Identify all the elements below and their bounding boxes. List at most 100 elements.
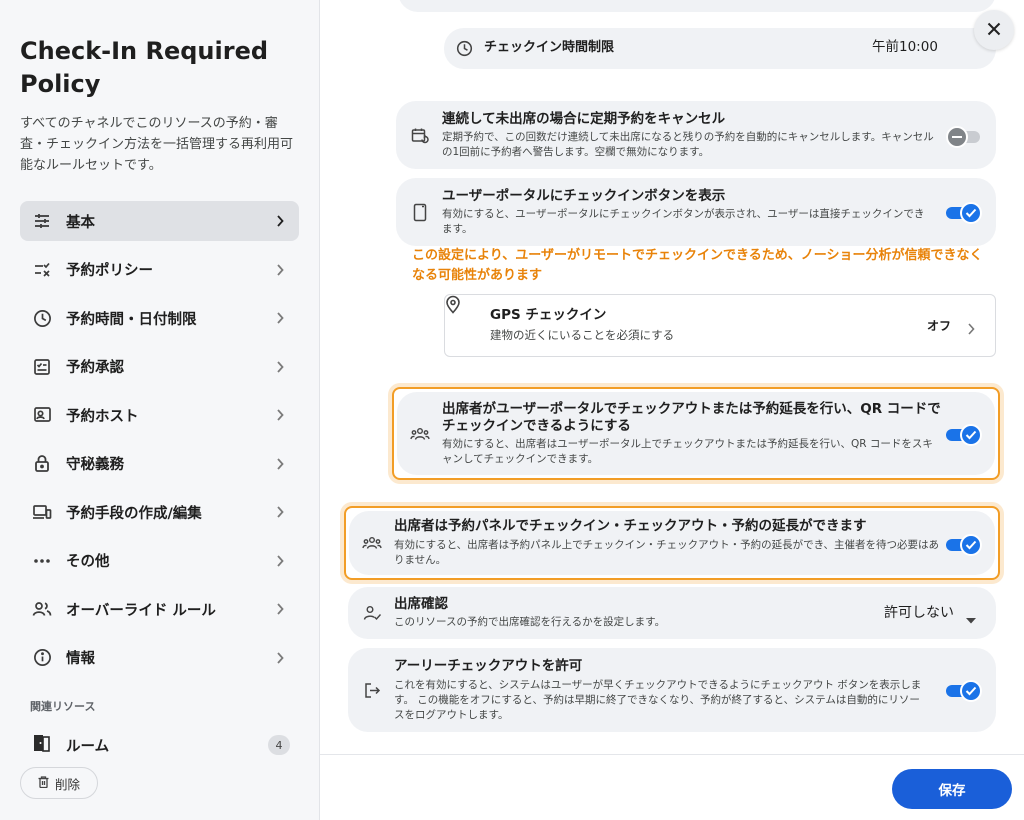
- portal-checkin-card: ユーザーポータルにチェックインボタンを表示 有効にすると、ユーザーポータルにチェ…: [396, 178, 996, 246]
- caret-down-icon: [966, 609, 976, 628]
- sidebar-item-label: 予約手段の作成/編集: [66, 505, 202, 522]
- trash-icon: [38, 775, 49, 791]
- cancel-recurring-toggle[interactable]: [946, 125, 982, 149]
- sidebar-item-label: オーバーライド ルール: [66, 602, 216, 619]
- chevron-right-icon: [273, 311, 287, 325]
- sidebar-item-approval[interactable]: 予約承認: [20, 347, 299, 387]
- attendee-portal-desc: 有効にすると、出席者はユーザーポータル上でチェックアウトまたは予約延長を行い、Q…: [442, 438, 933, 465]
- group-icon: [410, 424, 430, 444]
- person-check-icon: [362, 603, 382, 623]
- chevron-right-icon: [273, 457, 287, 471]
- info-icon: [32, 648, 52, 668]
- attendance-confirm-title: 出席確認: [394, 596, 448, 612]
- sidebar-item-label: 予約ポリシー: [66, 263, 153, 279]
- lock-icon: [32, 454, 52, 474]
- sliders-icon: [32, 211, 52, 231]
- remote-checkin-warning: この設定により、ユーザーがリモートでチェックインできるため、ノーショー分析が信頼…: [412, 248, 983, 283]
- cancel-recurring-card: 連続して未出席の場合に定期予約をキャンセル 定期予約で、この回数だけ連続して未出…: [396, 101, 996, 169]
- portal-checkin-title: ユーザーポータルにチェックインボタンを表示: [442, 188, 726, 204]
- early-checkout-card: アーリーチェックアウトを許可 これを有効にすると、システムはユーザーが早くチェッ…: [348, 648, 996, 732]
- chevron-right-icon: [273, 214, 287, 228]
- calendar-repeat-icon: [410, 126, 430, 146]
- early-checkout-toggle[interactable]: [946, 679, 982, 703]
- sidebar-item-basic[interactable]: 基本: [20, 201, 299, 241]
- attendee-portal-toggle[interactable]: [946, 423, 982, 447]
- delete-label: 削除: [54, 776, 80, 792]
- previous-setting-card: [398, 0, 996, 12]
- clock-icon: [32, 308, 52, 328]
- sidebar-item-time-date-limits[interactable]: 予約時間・日付制限: [20, 298, 299, 338]
- checklist-icon: [32, 260, 52, 280]
- chevron-right-icon: [273, 602, 287, 616]
- sidebar-nav: 基本 予約ポリシー 予約時間・日付制限 予約承認 予約ホスト 守秘義務 予約手段…: [20, 201, 299, 686]
- settings-panel: チェックイン時間制限 午前10:00 連続して未出席の場合に定期予約をキャンセル…: [320, 0, 1024, 820]
- host-icon: [32, 405, 52, 425]
- attendee-panel-card: 出席者は予約パネルでチェックイン・チェックアウト・予約の延長ができます 有効にす…: [349, 511, 995, 575]
- gps-checkin-desc: 建物の近くにいることを必須にする: [490, 328, 675, 342]
- chevron-right-icon: [273, 360, 287, 374]
- location-pin-icon: [445, 295, 461, 318]
- checkin-time-limit-label: チェックイン時間制限: [484, 40, 615, 55]
- early-checkout-desc: これを有効にすると、システムはユーザーが早くチェックアウトできるようにチェックア…: [394, 679, 922, 721]
- sidebar-item-override-rules[interactable]: オーバーライド ルール: [20, 589, 299, 629]
- gps-checkin-value: オフ: [927, 319, 952, 333]
- sidebar-item-info[interactable]: 情報: [20, 638, 299, 678]
- policy-title: Check-In Required Policy: [20, 37, 269, 98]
- logout-icon: [362, 680, 382, 700]
- chevron-right-icon: [967, 320, 975, 339]
- sidebar-item-label: その他: [66, 554, 110, 570]
- sidebar-item-label: 守秘義務: [66, 457, 124, 473]
- sidebar-item-booking-methods[interactable]: 予約手段の作成/編集: [20, 492, 299, 532]
- clock-icon: [454, 38, 474, 58]
- policy-description: すべてのチャネルでこのリソースの予約・審査・チェックイン方法を一括管理する再利用…: [20, 116, 294, 173]
- portal-checkin-toggle[interactable]: [946, 201, 982, 225]
- checkin-time-limit-row[interactable]: チェックイン時間制限 午前10:00: [444, 28, 996, 69]
- attendance-confirm-card: 出席確認 このリソースの予約で出席確認を行えるかを設定します。 許可しない: [348, 587, 996, 639]
- related-resources-heading: 関連リソース: [30, 700, 96, 713]
- sidebar: Check-In Required Policy すべてのチャネルでこのリソース…: [0, 0, 320, 820]
- door-icon: [32, 734, 52, 756]
- chevron-right-icon: [273, 408, 287, 422]
- portal-checkin-desc: 有効にすると、ユーザーポータルにチェックインボタンが表示され、ユーザーは直接チェ…: [442, 208, 925, 235]
- devices-icon: [32, 502, 52, 522]
- gps-checkin-row[interactable]: GPS チェックイン 建物の近くにいることを必須にする オフ: [444, 294, 996, 357]
- chevron-right-icon: [273, 505, 287, 519]
- attendance-confirm-select[interactable]: 許可しない: [876, 599, 986, 625]
- sidebar-item-booking-policy[interactable]: 予約ポリシー: [20, 250, 299, 290]
- sidebar-item-confidentiality[interactable]: 守秘義務: [20, 444, 299, 484]
- footer-bar: 保存: [320, 754, 1024, 820]
- chevron-right-icon: [273, 651, 287, 665]
- gps-checkin-title: GPS チェックイン: [490, 307, 607, 323]
- chevron-right-icon: [273, 263, 287, 277]
- attendee-panel-title: 出席者は予約パネルでチェックイン・チェックアウト・予約の延長ができます: [394, 518, 867, 534]
- attendee-portal-title: 出席者がユーザーポータルでチェックアウトまたは予約延長を行い、QR コードでチェ…: [442, 401, 941, 434]
- sidebar-item-label: 予約承認: [66, 360, 124, 376]
- sidebar-item-label: 予約ホスト: [66, 408, 139, 425]
- sidebar-item-label: 基本: [66, 214, 95, 231]
- attendee-portal-card: 出席者がユーザーポータルでチェックアウトまたは予約延長を行い、QR コードでチェ…: [397, 392, 995, 475]
- early-checkout-title: アーリーチェックアウトを許可: [394, 658, 583, 674]
- approval-icon: [32, 357, 52, 377]
- attendee-panel-desc: 有効にすると、出席者は予約パネル上でチェックイン・チェックアウト・予約の延長がで…: [394, 539, 939, 566]
- room-label: ルーム: [66, 738, 110, 755]
- group-icon: [362, 533, 382, 553]
- sidebar-item-label: 予約時間・日付制限: [66, 311, 197, 328]
- save-button[interactable]: 保存: [892, 769, 1012, 809]
- room-count-badge: 4: [268, 735, 290, 755]
- attendance-confirm-value: 許可しない: [884, 605, 954, 621]
- cancel-recurring-title: 連続して未出席の場合に定期予約をキャンセル: [442, 111, 726, 127]
- users-icon: [32, 599, 52, 619]
- chevron-right-icon: [273, 554, 287, 568]
- sidebar-item-host[interactable]: 予約ホスト: [20, 395, 299, 435]
- attendee-panel-toggle[interactable]: [946, 533, 982, 557]
- attendance-confirm-desc: このリソースの予約で出席確認を行えるかを設定します。: [394, 616, 666, 628]
- close-button[interactable]: [974, 10, 1014, 50]
- sidebar-item-label: 情報: [66, 651, 95, 667]
- more-icon: [32, 551, 52, 571]
- related-room-link[interactable]: ルーム 4: [32, 733, 290, 757]
- tablet-icon: [410, 202, 430, 222]
- delete-button[interactable]: 削除: [20, 767, 98, 799]
- sidebar-item-other[interactable]: その他: [20, 541, 299, 581]
- cancel-recurring-desc: 定期予約で、この回数だけ連続して未出席になると残りの予約を自動的にキャンセルしま…: [442, 131, 934, 158]
- checkin-time-limit-value: 午前10:00: [872, 39, 938, 55]
